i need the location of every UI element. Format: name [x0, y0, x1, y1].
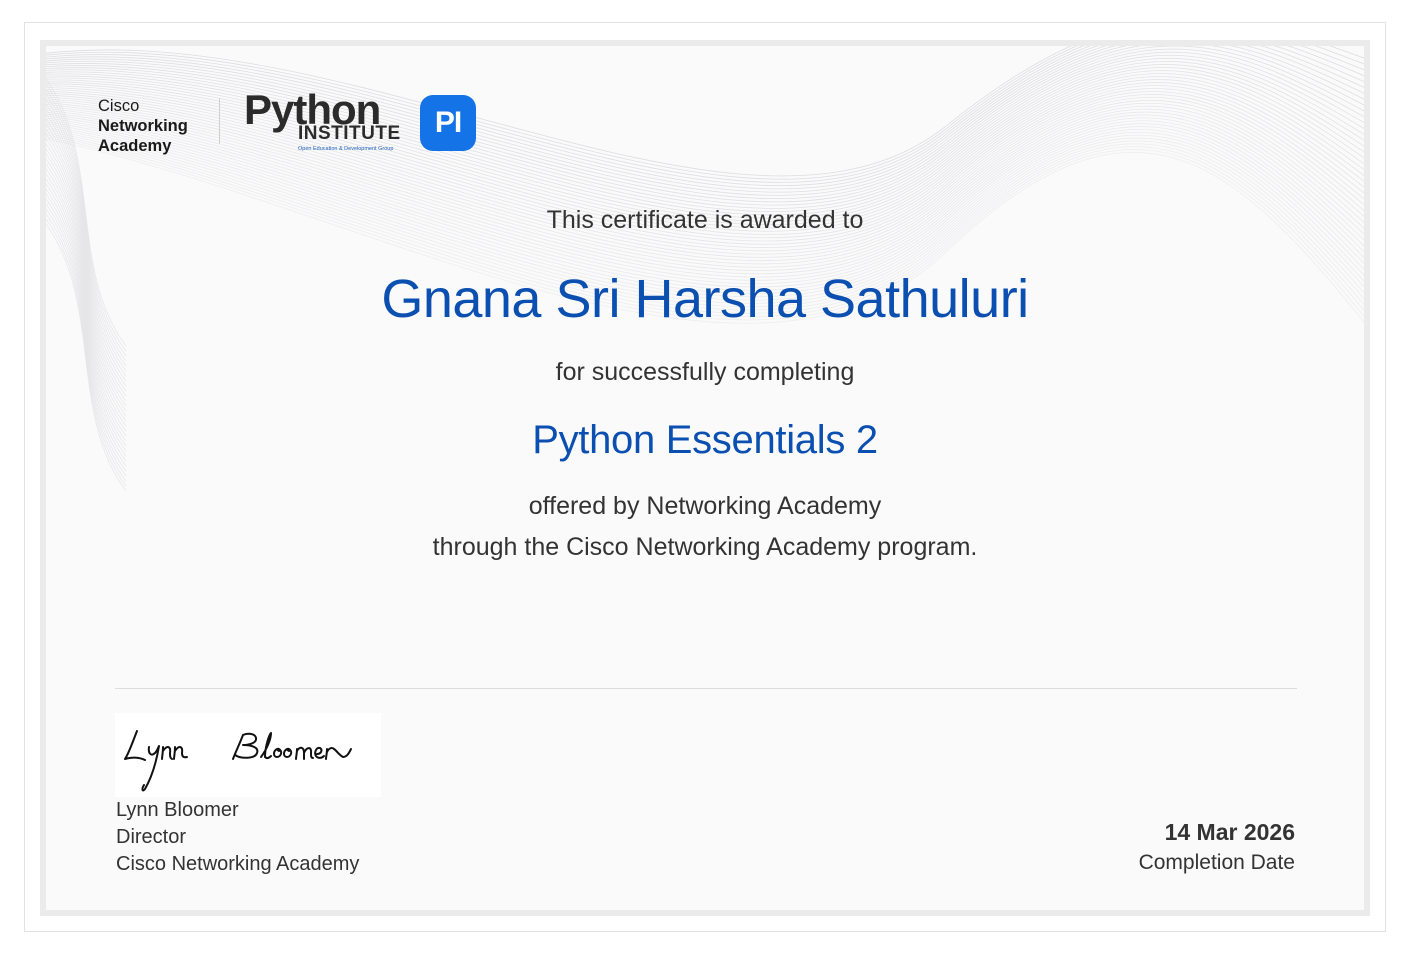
certificate-inner-frame: Cisco Networking Academy Python INSTITUT… — [40, 40, 1370, 916]
signatory-name: Lynn Bloomer — [116, 799, 239, 821]
signatory-title: Director — [116, 826, 187, 848]
offered-by-text: offered by Networking Academy — [528, 492, 882, 520]
cisco-logo-line3: Academy — [98, 137, 172, 155]
cisco-networking-academy-logo: Cisco Networking Academy — [98, 96, 208, 156]
course-name: Python Essentials 2 — [532, 418, 878, 462]
certificate-page: Cisco Networking Academy Python INSTITUT… — [0, 0, 1410, 955]
completion-date: 14 Mar 2026 — [1164, 819, 1295, 845]
signature-image — [115, 713, 381, 797]
cisco-logo-line2: Networking — [98, 117, 188, 135]
awarded-text: This certificate is awarded to — [546, 206, 864, 234]
signatory-organization: Cisco Networking Academy — [116, 853, 360, 875]
python-logo-institute: INSTITUTE — [298, 123, 401, 144]
python-institute-logo: Python INSTITUTE Open Education & Develo… — [244, 86, 480, 154]
completing-text: for successfully completing — [555, 358, 855, 386]
python-logo-tagline: Open Education & Development Group — [298, 146, 394, 152]
cisco-logo-line1: Cisco — [98, 97, 140, 115]
recipient-name: Gnana Sri Harsha Sathuluri — [381, 269, 1029, 329]
signature-divider — [115, 688, 1297, 689]
program-text: through the Cisco Networking Academy pro… — [432, 533, 978, 561]
completion-date-label: Completion Date — [1138, 851, 1295, 874]
pi-badge-icon: PI — [420, 95, 476, 151]
logo-divider — [219, 98, 220, 144]
handwritten-signature — [124, 730, 352, 792]
